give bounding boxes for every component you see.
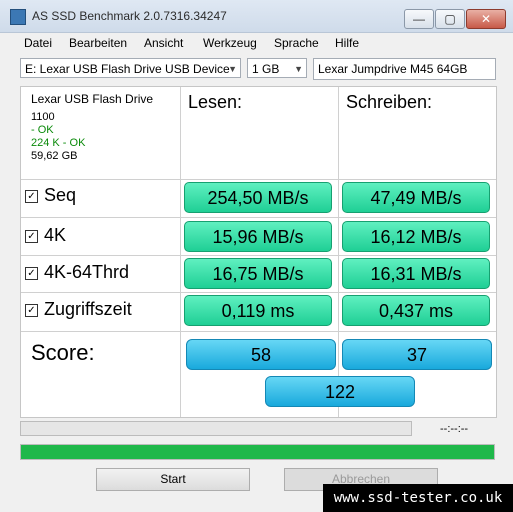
4k-read-result: 15,96 MB/s xyxy=(184,221,332,252)
size-select-value: 1 GB xyxy=(252,62,280,76)
checkbox-access[interactable]: ✓ xyxy=(25,304,38,317)
access-write-result: 0,437 ms xyxy=(342,295,490,326)
score-total: 122 xyxy=(265,376,415,407)
test-seq[interactable]: ✓ Seq xyxy=(25,185,76,206)
menu-sprache[interactable]: Sprache xyxy=(274,36,319,50)
start-button[interactable]: Start xyxy=(96,468,250,491)
4k-write-result: 16,12 MB/s xyxy=(342,221,490,252)
drive-select[interactable]: E: Lexar USB Flash Drive USB Device ▼ xyxy=(20,58,241,78)
menu-ansicht[interactable]: Ansicht xyxy=(144,36,183,50)
chevron-down-icon: ▼ xyxy=(294,64,303,74)
test-access[interactable]: ✓ Zugriffszeit xyxy=(25,299,132,320)
score-write: 37 xyxy=(342,339,492,370)
menu-bearbeiten[interactable]: Bearbeiten xyxy=(69,36,127,50)
checkbox-4k[interactable]: ✓ xyxy=(25,230,38,243)
4k64-read-result: 16,75 MB/s xyxy=(184,258,332,289)
watermark: www.ssd-tester.co.uk xyxy=(323,484,513,512)
test-4k[interactable]: ✓ 4K xyxy=(25,225,66,246)
maximize-button[interactable]: ▢ xyxy=(435,9,465,29)
chevron-down-icon: ▼ xyxy=(228,64,237,74)
test-4k64[interactable]: ✓ 4K-64Thrd xyxy=(25,262,129,283)
driver-status: - OK xyxy=(31,124,54,136)
close-button[interactable]: ✕ xyxy=(466,9,506,29)
menu-werkzeug[interactable]: Werkzeug xyxy=(203,36,257,50)
size-select[interactable]: 1 GB ▼ xyxy=(247,58,307,78)
window-title: AS SSD Benchmark 2.0.7316.34247 xyxy=(32,9,227,23)
4k64-write-result: 16,31 MB/s xyxy=(342,258,490,289)
menu-hilfe[interactable]: Hilfe xyxy=(335,36,359,50)
drive-label-field[interactable]: Lexar Jumpdrive M45 64GB xyxy=(313,58,496,80)
checkbox-4k64[interactable]: ✓ xyxy=(25,267,38,280)
drive-select-value: E: Lexar USB Flash Drive USB Device xyxy=(25,62,230,76)
seq-read-result: 254,50 MB/s xyxy=(184,182,332,213)
drive-info: Lexar USB Flash Drive 1100 - OK 224 K - … xyxy=(31,93,153,163)
app-icon xyxy=(10,9,26,25)
minimize-button[interactable]: — xyxy=(404,9,434,29)
capacity: 59,62 GB xyxy=(31,150,78,162)
write-header: Schreiben: xyxy=(346,92,433,112)
menu-datei[interactable]: Datei xyxy=(24,36,52,50)
read-header: Lesen: xyxy=(188,92,243,112)
total-progress-bar xyxy=(20,444,495,460)
firmware: 1100 xyxy=(31,111,55,123)
alignment-status: 224 K - OK xyxy=(31,137,86,149)
results-grid: Lexar USB Flash Drive 1100 - OK 224 K - … xyxy=(20,86,497,418)
score-label: Score: xyxy=(31,340,95,365)
drive-name: Lexar USB Flash Drive xyxy=(31,92,154,106)
test-progress-bar xyxy=(20,421,412,436)
seq-write-result: 47,49 MB/s xyxy=(342,182,490,213)
title-bar: AS SSD Benchmark 2.0.7316.34247 — ▢ ✕ xyxy=(0,0,513,33)
access-read-result: 0,119 ms xyxy=(184,295,332,326)
checkbox-seq[interactable]: ✓ xyxy=(25,190,38,203)
score-read: 58 xyxy=(186,339,336,370)
elapsed-time: --:--:-- xyxy=(440,423,469,435)
total-progress-fill xyxy=(21,445,494,459)
menu-bar: Datei Bearbeiten Ansicht Werkzeug Sprach… xyxy=(0,33,513,53)
